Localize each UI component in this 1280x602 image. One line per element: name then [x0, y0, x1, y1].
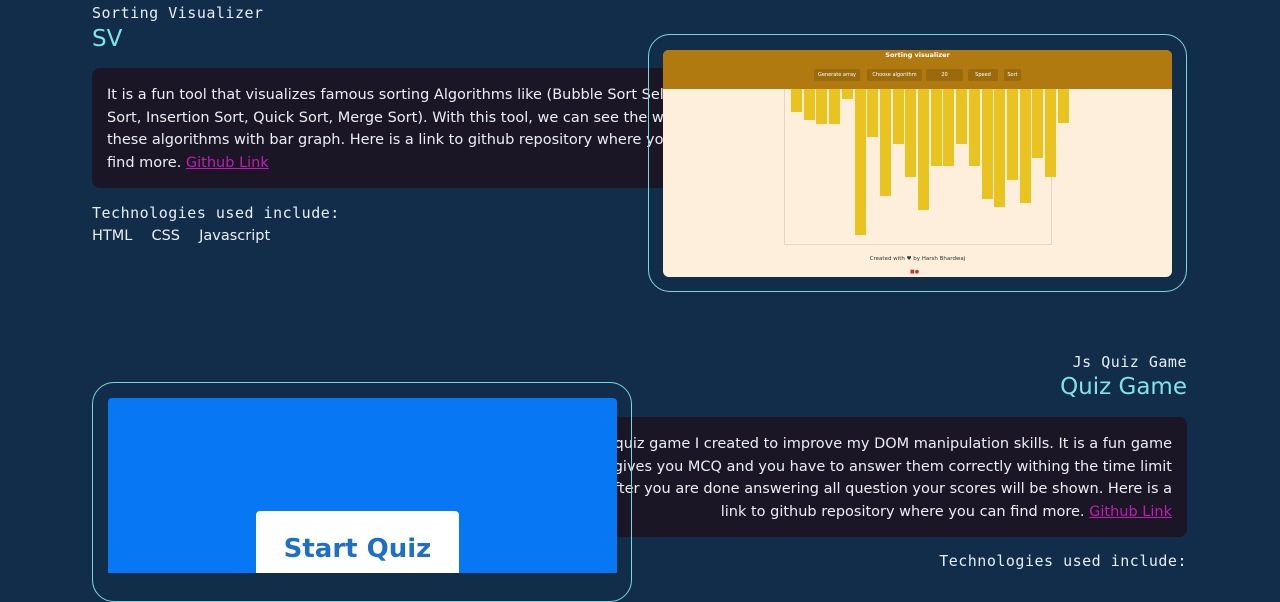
sv-bar	[829, 89, 841, 125]
tech-heading: Technologies used include:	[92, 204, 340, 222]
sv-bar	[956, 89, 968, 145]
sv-bar	[968, 89, 980, 167]
start-quiz-button[interactable]: Start Quiz	[256, 511, 459, 573]
sv-bar	[918, 89, 929, 211]
sv-bar	[803, 89, 815, 120]
tech-item: HTML	[92, 228, 133, 244]
sv-header: Sorting visualizer Generate array Choose…	[663, 50, 1172, 89]
sv-bar	[1019, 89, 1031, 203]
tech-heading: Technologies used include:	[939, 552, 1187, 570]
sv-bar	[791, 89, 802, 113]
project-title: SV	[92, 26, 123, 52]
github-link[interactable]: Github Link	[1089, 504, 1172, 520]
sv-bar	[867, 89, 879, 138]
sv-bar	[905, 89, 917, 177]
sv-speed-select: Speed	[968, 69, 998, 81]
sv-bar	[854, 89, 866, 235]
tech-list: HTML CSS Javascript	[92, 225, 284, 244]
sv-footer: Created with ♥ by Harsh Bhardwaj	[869, 256, 966, 262]
sv-social-icons: ■●	[910, 269, 920, 275]
sv-bar	[1032, 89, 1044, 158]
sv-bar	[930, 89, 942, 167]
sv-size-select: 20	[926, 69, 963, 81]
tech-item: Javascript	[199, 228, 271, 244]
sv-bar	[841, 89, 853, 100]
sv-app-title: Sorting visualizer	[885, 51, 950, 59]
sv-bar	[1006, 89, 1018, 180]
sv-algorithm-select: Choose algorithm	[867, 69, 922, 81]
sv-bar	[816, 89, 828, 125]
sv-bar	[892, 89, 904, 145]
project-description: A fun quiz game I created to improve my …	[571, 436, 1172, 520]
sv-bar	[994, 89, 1006, 208]
sv-bar	[981, 89, 993, 199]
project-description-card: A fun quiz game I created to improve my …	[537, 417, 1187, 537]
project-description-card: It is a fun tool that visualizes famous …	[92, 68, 743, 188]
project-subtitle: Js Quiz Game	[1072, 353, 1187, 371]
sv-generate-button: Generate array	[814, 69, 860, 81]
sv-bar	[879, 89, 891, 196]
sorting-visualizer-screenshot[interactable]: Sorting visualizer Generate array Choose…	[663, 50, 1172, 277]
sv-bar-area	[784, 89, 1069, 245]
project-title: Quiz Game	[1060, 374, 1187, 400]
quiz-game-screenshot[interactable]: Start Quiz	[108, 398, 617, 573]
project-subtitle: Sorting Visualizer	[92, 4, 264, 22]
sv-bar	[943, 89, 955, 167]
sv-sort-button: Sort	[1004, 69, 1021, 81]
tech-item: CSS	[151, 228, 180, 244]
sv-bar	[1045, 89, 1056, 177]
sv-bar	[1057, 89, 1069, 123]
github-link[interactable]: Github Link	[186, 155, 269, 171]
